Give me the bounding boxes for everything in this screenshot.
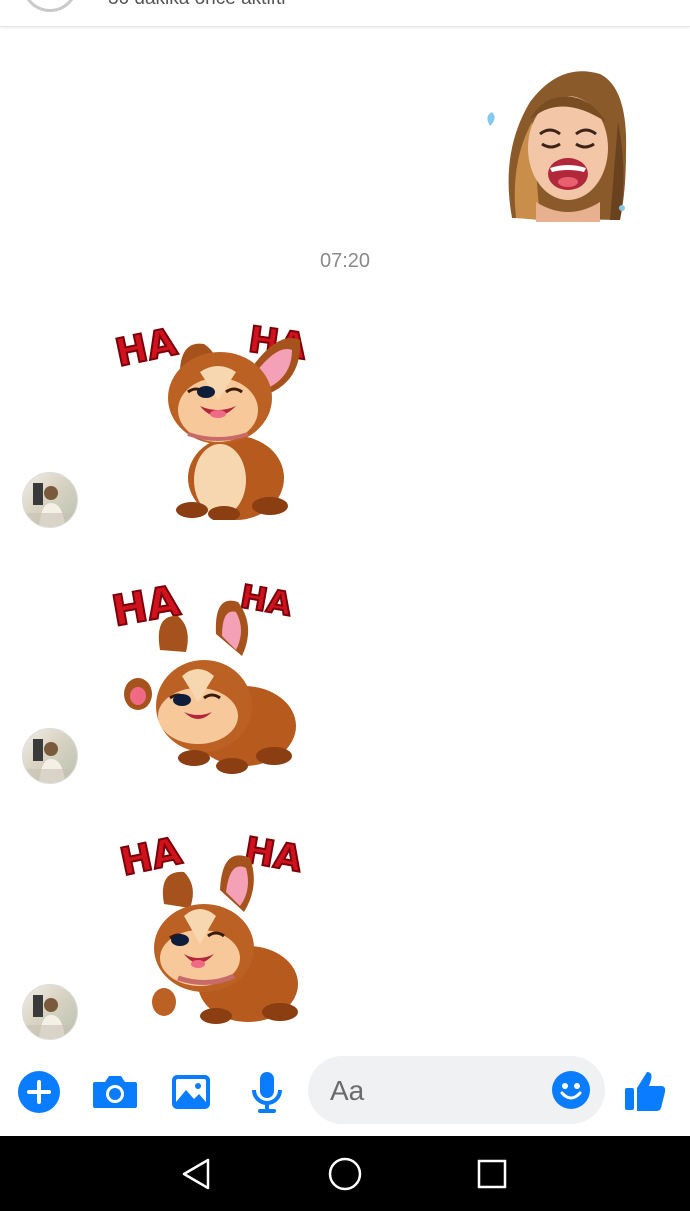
corgi-haha-sticker[interactable]: HA HA (108, 310, 308, 520)
avatar-photo (23, 995, 77, 1039)
avatar-photo (23, 739, 77, 783)
camera-icon[interactable] (89, 1066, 141, 1118)
recents-icon[interactable] (472, 1154, 512, 1194)
active-status: 30 dakika önce aktifti (108, 0, 285, 10)
system-nav-bar (0, 1136, 690, 1211)
emoji-icon[interactable] (551, 1070, 591, 1110)
corgi-haha-sticker[interactable]: HA HA (108, 816, 308, 1026)
contact-avatar[interactable] (22, 984, 78, 1040)
svg-text:HA: HA (112, 319, 182, 375)
message-input-box (308, 1056, 605, 1124)
message-row: HA HA (0, 812, 690, 1042)
message-row: HA HA (0, 556, 690, 786)
message-composer (0, 1048, 690, 1136)
back-icon[interactable] (176, 1154, 216, 1194)
avatar-photo (23, 483, 77, 527)
laughing-woman-sticker[interactable] (470, 62, 640, 222)
microphone-icon[interactable] (241, 1066, 293, 1118)
thumbs-up-icon[interactable] (619, 1066, 671, 1118)
plus-icon[interactable] (13, 1066, 65, 1118)
message-timestamp: 07:20 (319, 250, 371, 272)
corgi-haha-sticker[interactable]: HA HA (108, 566, 308, 776)
message-row: HA HA (0, 300, 690, 530)
svg-text:HA: HA (237, 577, 295, 623)
gallery-icon[interactable] (165, 1066, 217, 1118)
home-icon[interactable] (325, 1154, 365, 1194)
message-input[interactable] (328, 1070, 542, 1112)
contact-avatar[interactable] (22, 728, 78, 784)
contact-avatar[interactable] (22, 472, 78, 528)
contact-avatar[interactable] (22, 0, 78, 12)
conversation-header: 30 dakika önce aktifti (0, 0, 690, 27)
